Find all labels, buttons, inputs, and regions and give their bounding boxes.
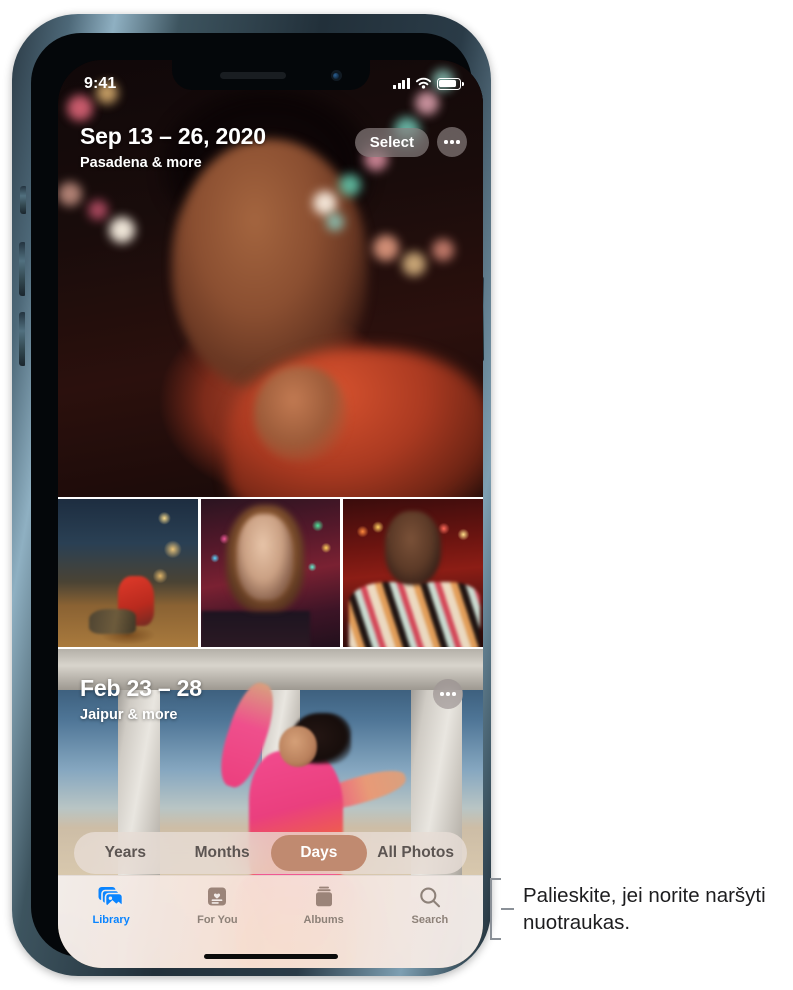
tab-search[interactable]: Search (377, 884, 483, 926)
device-notch (171, 60, 370, 90)
tab-for-you-label: For You (197, 914, 238, 926)
thumb2-face (236, 513, 293, 600)
callout-annotation: Palieskite, jei norite naršyti nuotrauka… (490, 878, 793, 940)
dot (456, 140, 460, 144)
hero-photo[interactable]: Sep 13 – 26, 2020 Pasadena & more Select (58, 60, 483, 497)
section-1-actions: Select (354, 124, 467, 157)
dot (440, 692, 444, 696)
ellipsis-icon[interactable] (433, 679, 463, 709)
search-icon (418, 884, 442, 910)
select-button[interactable]: Select (354, 127, 429, 157)
section-1-subtitle: Pasadena & more (80, 154, 202, 171)
callout-bracket (490, 878, 501, 940)
volume-down-button[interactable] (19, 312, 25, 366)
volume-up-button[interactable] (19, 242, 25, 296)
dancer-head (279, 725, 318, 768)
home-indicator[interactable] (203, 954, 338, 959)
photo-section-header-2: Feb 23 – 28 Jaipur & more (58, 675, 483, 723)
iphone-device-frame: Sep 13 – 26, 2020 Pasadena & more Select (12, 14, 491, 976)
bokeh-light (66, 94, 93, 121)
screenshot-root: Sep 13 – 26, 2020 Pasadena & more Select (0, 0, 793, 990)
dot (446, 692, 450, 696)
tab-library[interactable]: Library (58, 884, 164, 926)
bokeh-light (96, 81, 119, 104)
bokeh-light (325, 212, 344, 231)
ellipsis-icon[interactable] (437, 127, 467, 157)
segment-months[interactable]: Months (174, 835, 271, 871)
heart-card-icon (205, 884, 229, 910)
section-2-titles: Feb 23 – 28 Jaipur & more (80, 675, 202, 723)
section-2-subtitle: Jaipur & more (80, 706, 178, 723)
thumb3-face (385, 510, 442, 585)
tab-albums[interactable]: Albums (271, 884, 377, 926)
bokeh-light (338, 173, 361, 196)
bokeh-light (432, 239, 454, 262)
thumb2-table (200, 611, 310, 647)
albums-stack-icon (312, 884, 336, 910)
hero-photo-hand (253, 365, 347, 463)
thumb1-legs (88, 608, 137, 634)
bokeh-light (432, 68, 454, 91)
thumbnail-photo-3[interactable] (343, 499, 483, 647)
bokeh-light (415, 90, 439, 115)
segment-all-photos[interactable]: All Photos (367, 835, 464, 871)
bokeh-light (87, 199, 108, 220)
dot (452, 692, 456, 696)
timeline-segmented-control[interactable]: Years Months Days All Photos (74, 832, 467, 874)
tab-for-you[interactable]: For You (164, 884, 270, 926)
tab-search-label: Search (411, 914, 449, 926)
thumbnail-photo-2[interactable] (200, 499, 341, 647)
tab-albums-label: Albums (303, 914, 344, 926)
section-1-title: Sep 13 – 26, 2020 (80, 123, 266, 149)
bokeh-light (313, 191, 337, 216)
photo-section-header-1: Sep 13 – 26, 2020 Pasadena & more Select (58, 123, 483, 171)
silent-switch-button[interactable] (20, 186, 26, 214)
section-2-title: Feb 23 – 28 (80, 675, 202, 701)
earpiece-speaker (219, 72, 286, 79)
segment-years[interactable]: Years (77, 835, 174, 871)
bokeh-light (372, 234, 399, 261)
thumbnail-photo-1[interactable] (58, 499, 198, 647)
thumb3-striped-sweater (348, 581, 481, 647)
segment-days[interactable]: Days (270, 835, 368, 871)
callout-text: Palieskite, jei norite naršyti nuotrauka… (523, 883, 766, 934)
photo-stack-icon (98, 884, 125, 910)
tab-library-label: Library (92, 914, 130, 926)
device-screen: Sep 13 – 26, 2020 Pasadena & more Select (58, 60, 483, 968)
section-1-titles: Sep 13 – 26, 2020 Pasadena & more (80, 123, 266, 171)
dot (450, 140, 454, 144)
photo-thumbnail-row (58, 497, 483, 649)
dot (444, 140, 448, 144)
device-bezel: Sep 13 – 26, 2020 Pasadena & more Select (31, 33, 483, 968)
section-2-actions (433, 676, 463, 709)
front-camera-icon (330, 70, 342, 81)
